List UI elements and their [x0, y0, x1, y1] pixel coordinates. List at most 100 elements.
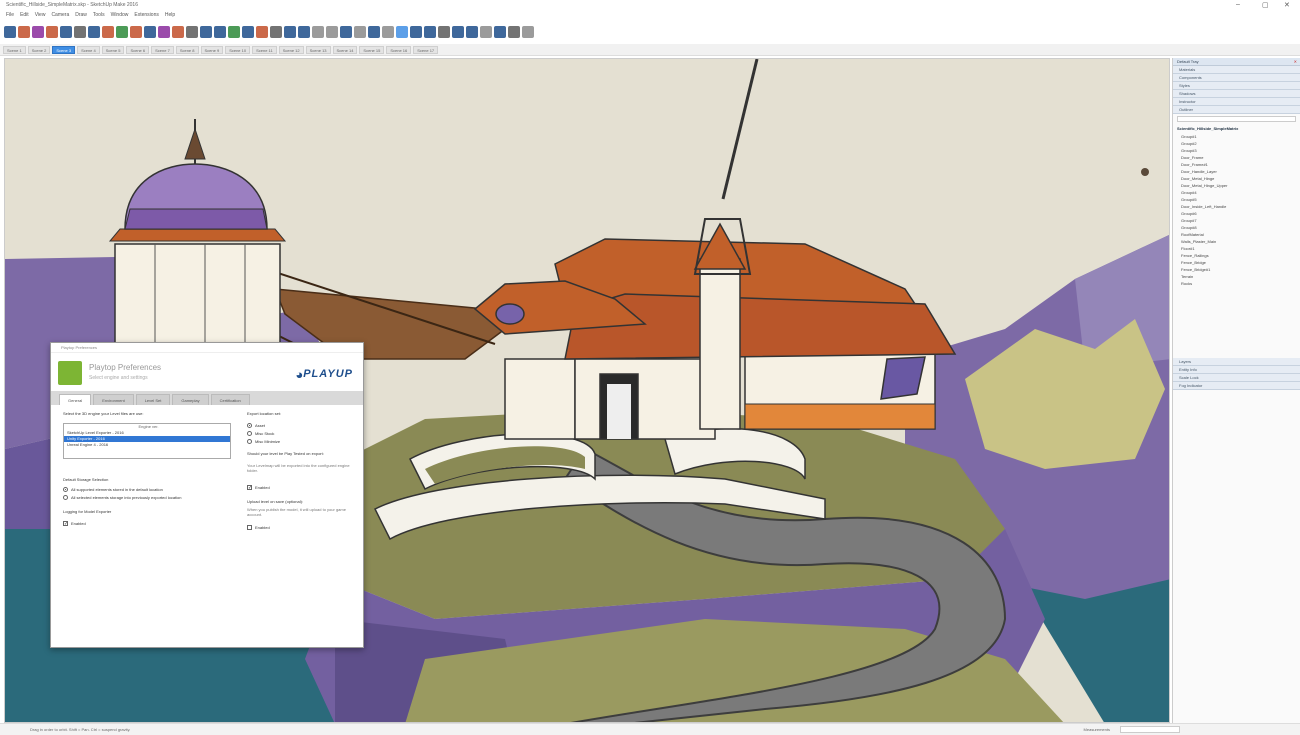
- toolbar-tool-12-icon[interactable]: [158, 26, 170, 38]
- toolbar-tool-10-icon[interactable]: [130, 26, 142, 38]
- toolbar-tool-35-icon[interactable]: [480, 26, 492, 38]
- scene-tab-12[interactable]: Scene 12: [278, 45, 304, 54]
- toolbar-tool-21-icon[interactable]: [284, 26, 296, 38]
- tray-panel-scale-lock[interactable]: Scale Lock: [1173, 374, 1300, 382]
- outliner-item[interactable]: Floor#1: [1173, 245, 1300, 252]
- scene-tab-3[interactable]: Scene 3: [52, 45, 76, 54]
- outliner-item[interactable]: Walls_Plaster_Main: [1173, 238, 1300, 245]
- toolbar-tool-24-icon[interactable]: [326, 26, 338, 38]
- menu-window[interactable]: Window: [111, 10, 129, 20]
- preferences-dialog[interactable]: Playtop Preferences Playtop Preferences …: [50, 342, 364, 648]
- dialog-tab-gameplay[interactable]: Gameplay: [172, 394, 209, 405]
- toolbar-tool-38-icon[interactable]: [522, 26, 534, 38]
- storage-radio-default[interactable]: [63, 487, 68, 492]
- toolbar-tool-11-icon[interactable]: [144, 26, 156, 38]
- toolbar-tool-13-icon[interactable]: [172, 26, 184, 38]
- auto-checkbox[interactable]: ✓: [247, 485, 252, 491]
- tray-panel-outliner[interactable]: Outliner: [1173, 106, 1300, 114]
- minimize-icon[interactable]: –: [1236, 1, 1240, 8]
- outliner-filter-input[interactable]: [1177, 116, 1296, 122]
- dialog-tab-general[interactable]: General: [59, 394, 92, 405]
- outliner-item[interactable]: Terrain: [1173, 273, 1300, 280]
- outliner-item[interactable]: Door_Metal_Hinge: [1173, 175, 1300, 182]
- scene-tab-2[interactable]: Scene 2: [27, 45, 51, 54]
- toolbar-tool-19-icon[interactable]: [256, 26, 268, 38]
- scene-tab-4[interactable]: Scene 4: [77, 45, 100, 54]
- scene-tab-13[interactable]: Scene 13: [305, 45, 331, 54]
- toolbar-tool-8-icon[interactable]: [102, 26, 114, 38]
- toolbar-tool-17-icon[interactable]: [228, 26, 240, 38]
- toolbar-tool-30-icon[interactable]: [410, 26, 422, 38]
- toolbar-tool-22-icon[interactable]: [298, 26, 310, 38]
- toolbar-tool-37-icon[interactable]: [508, 26, 520, 38]
- outliner-item[interactable]: Rocks: [1173, 280, 1300, 287]
- menu-camera[interactable]: Camera: [51, 10, 69, 20]
- logging-checkbox[interactable]: ✓: [63, 521, 68, 527]
- outliner-item[interactable]: Group#4: [1173, 189, 1300, 196]
- scene-tab-8[interactable]: Scene 8: [175, 45, 199, 54]
- toolbar-tool-6-icon[interactable]: [74, 26, 86, 38]
- outliner-root[interactable]: Scientific_Hillside_SimpleMatrix: [1173, 124, 1300, 133]
- storage-radio-previous[interactable]: [63, 495, 68, 500]
- close-icon[interactable]: ✕: [1284, 1, 1290, 9]
- menu-tools[interactable]: Tools: [93, 10, 105, 20]
- dialog-tab-certification[interactable]: Certification: [210, 394, 250, 405]
- tray-panel-instructor[interactable]: Instructor: [1173, 98, 1300, 106]
- tray-panel-materials[interactable]: Materials: [1173, 66, 1300, 74]
- toolbar-tool-27-icon[interactable]: [368, 26, 380, 38]
- toolbar-tool-34-icon[interactable]: [466, 26, 478, 38]
- toolbar-tool-26-icon[interactable]: [354, 26, 366, 38]
- menu-extensions[interactable]: Extensions: [134, 10, 158, 20]
- toolbar-tool-29-icon[interactable]: [396, 26, 408, 38]
- toolbar-tool-15-icon[interactable]: [200, 26, 212, 38]
- toolbar-tool-5-icon[interactable]: [60, 26, 72, 38]
- upload-checkbox[interactable]: [247, 525, 252, 530]
- outliner-item[interactable]: Door_Frame: [1173, 154, 1300, 161]
- outliner-item[interactable]: RoofMaterial: [1173, 231, 1300, 238]
- outliner-item[interactable]: Group#3: [1173, 147, 1300, 154]
- toolbar-tool-31-icon[interactable]: [424, 26, 436, 38]
- toolbar-tool-16-icon[interactable]: [214, 26, 226, 38]
- outliner-item[interactable]: Fence_Bridge: [1173, 259, 1300, 266]
- outliner-item[interactable]: Door_Frame#1: [1173, 161, 1300, 168]
- scene-tab-10[interactable]: Scene 10: [225, 45, 251, 54]
- toolbar-tool-25-icon[interactable]: [340, 26, 352, 38]
- outliner-item[interactable]: Group#1: [1173, 133, 1300, 140]
- menu-draw[interactable]: Draw: [75, 10, 87, 20]
- menu-help[interactable]: Help: [165, 10, 175, 20]
- scene-tab-16[interactable]: Scene 16: [386, 45, 412, 54]
- toolbar-tool-28-icon[interactable]: [382, 26, 394, 38]
- scene-tab-6[interactable]: Scene 6: [126, 45, 150, 54]
- tray-close-icon[interactable]: ✕: [1294, 58, 1297, 66]
- scene-tab-1[interactable]: Scene 1: [3, 45, 26, 54]
- export-radio-stock[interactable]: [247, 431, 252, 436]
- toolbar-tool-14-icon[interactable]: [186, 26, 198, 38]
- toolbar-tool-18-icon[interactable]: [242, 26, 254, 38]
- outliner-item[interactable]: Door_Inside_Left_Handle: [1173, 203, 1300, 210]
- tray-panel-entity-info[interactable]: Entity Info: [1173, 366, 1300, 374]
- toolbar-tool-9-icon[interactable]: [116, 26, 128, 38]
- dialog-tab-level-set[interactable]: Level Set: [135, 394, 171, 405]
- tray-panel-fog-indicator[interactable]: Fog Indicator: [1173, 382, 1300, 390]
- outliner-item[interactable]: Group#8: [1173, 224, 1300, 231]
- scene-tab-5[interactable]: Scene 5: [101, 45, 125, 54]
- toolbar-tool-7-icon[interactable]: [88, 26, 100, 38]
- engine-list-item[interactable]: Unreal Engine 4 - 2016: [64, 442, 230, 448]
- outliner-item[interactable]: Door_Handle_Layer: [1173, 168, 1300, 175]
- toolbar-tool-36-icon[interactable]: [494, 26, 506, 38]
- scene-tab-7[interactable]: Scene 7: [151, 45, 174, 54]
- outliner-item[interactable]: Group#5: [1173, 196, 1300, 203]
- outliner-item[interactable]: Fence_Bridge#1: [1173, 266, 1300, 273]
- scene-tab-9[interactable]: Scene 9: [200, 45, 224, 54]
- tray-panel-shadows[interactable]: Shadows: [1173, 90, 1300, 98]
- toolbar-tool-3-icon[interactable]: [32, 26, 44, 38]
- menu-file[interactable]: File: [6, 10, 14, 20]
- measurements-input[interactable]: [1120, 726, 1180, 733]
- scene-tab-11[interactable]: Scene 11: [252, 45, 277, 54]
- toolbar-tool-33-icon[interactable]: [452, 26, 464, 38]
- outliner-item[interactable]: Group#7: [1173, 217, 1300, 224]
- maximize-icon[interactable]: ▢: [1262, 1, 1269, 9]
- toolbar-tool-2-icon[interactable]: [18, 26, 30, 38]
- toolbar-tool-23-icon[interactable]: [312, 26, 324, 38]
- toolbar-tool-4-icon[interactable]: [46, 26, 58, 38]
